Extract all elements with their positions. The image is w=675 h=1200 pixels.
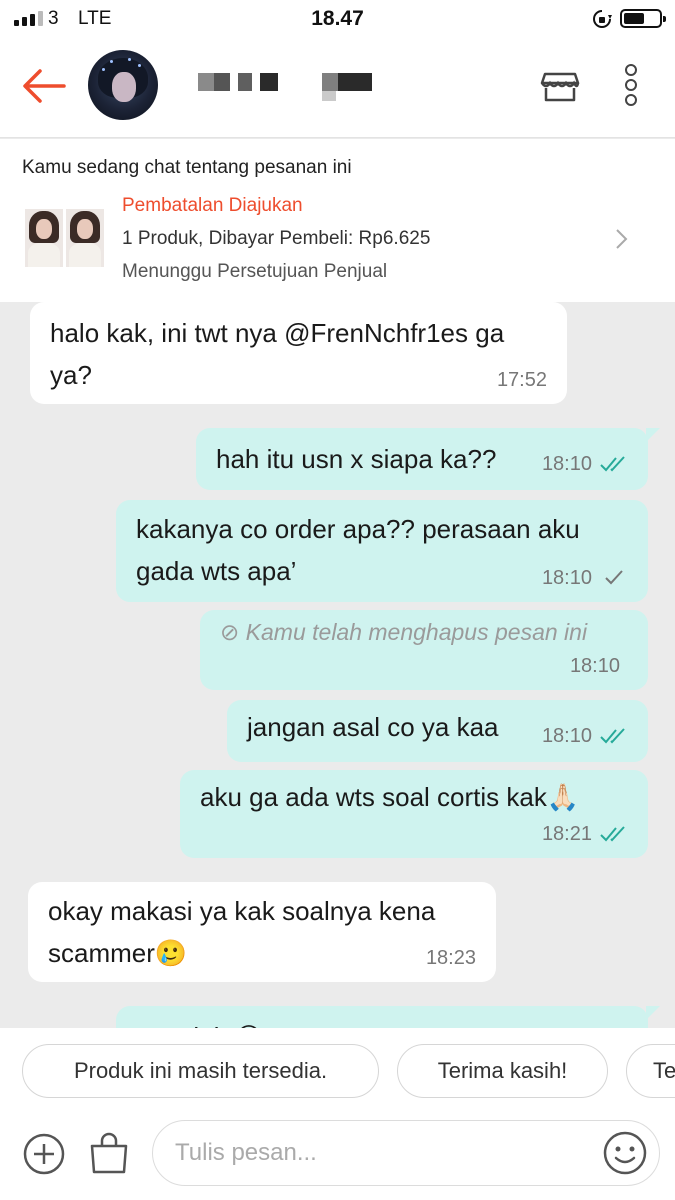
battery-icon — [620, 9, 666, 28]
quick-reply-chip[interactable]: Produk ini masih tersedia. — [22, 1044, 379, 1098]
shopping-bag-icon[interactable] — [88, 1130, 130, 1176]
message-bubble-outgoing[interactable]: jangan asal co ya kaa 18:10 — [227, 700, 648, 762]
message-input[interactable] — [152, 1120, 660, 1186]
quick-reply-chip[interactable]: Te — [626, 1044, 675, 1098]
message-time: 18:10 — [541, 725, 592, 747]
message-bubble-outgoing[interactable]: hah itu usn x siapa ka?? 18:10 — [196, 428, 648, 490]
message-bubble-deleted[interactable]: ⊘ Kamu telah menghapus pesan ini 18:10 — [200, 610, 648, 690]
quick-reply-chip[interactable]: Terima kasih! — [397, 1044, 608, 1098]
product-thumbnail — [25, 209, 63, 267]
message-time: 18:21 — [541, 823, 592, 845]
message-bubble-outgoing[interactable]: kakanya co order apa?? perasaan aku gada… — [116, 500, 648, 602]
read-receipt-icon — [600, 728, 625, 744]
message-time: 18:10 — [541, 567, 592, 589]
message-line: aku ga ada wts soal cortis kak🙏🏻 — [200, 782, 580, 812]
order-card[interactable]: Kamu sedang chat tentang pesanan ini Pem… — [0, 139, 675, 302]
emoji-icon[interactable] — [602, 1130, 648, 1176]
back-arrow-icon[interactable] — [20, 66, 68, 106]
quick-reply-bar: Produk ini masih tersedia. Terima kasih!… — [0, 1028, 675, 1116]
message-time: 18:10 — [569, 655, 620, 677]
orientation-lock-icon — [593, 10, 612, 28]
avatar[interactable] — [88, 50, 158, 120]
shop-icon[interactable] — [540, 66, 580, 106]
message-time: 18:10 — [541, 453, 592, 475]
message-time: 18:23 — [425, 947, 476, 969]
more-options-icon[interactable] — [620, 64, 642, 110]
message-composer — [0, 1116, 675, 1200]
message-bubble-incoming[interactable]: okay makasi ya kak soalnya kena scammer🥲… — [28, 882, 496, 982]
chevron-right-icon[interactable] — [614, 227, 630, 251]
message-line: kakanya co order apa?? perasaan aku — [136, 514, 580, 544]
product-thumbnail — [66, 209, 104, 267]
message-line: halo kak, ini twt nya @FrenNchfr1es ga — [50, 318, 505, 348]
message-line: ya? — [50, 360, 92, 390]
bubble-tail — [646, 1006, 660, 1020]
bubble-tail — [646, 428, 660, 442]
order-note: Menunggu Persetujuan Penjual — [122, 261, 388, 282]
order-detail: 1 Produk, Dibayar Pembeli: Rp6.625 — [122, 228, 431, 249]
message-line: okay makasi ya kak soalnya kena — [48, 896, 436, 926]
message-bubble-incoming[interactable]: halo kak, ini twt nya @FrenNchfr1es ga y… — [30, 302, 567, 404]
message-line: scammer🥲 — [48, 938, 188, 968]
read-receipt-icon — [600, 456, 625, 472]
add-icon[interactable] — [22, 1132, 66, 1176]
order-intro-text: Kamu sedang chat tentang pesanan ini — [22, 157, 352, 178]
message-bubble-outgoing[interactable]: aku ga ada wts soal cortis kak🙏🏻 18:21 — [180, 770, 648, 858]
message-time: 17:52 — [496, 369, 547, 391]
chat-header — [0, 38, 675, 138]
status-time: 18.47 — [311, 7, 364, 30]
sent-check-icon — [605, 570, 623, 585]
status-bar: 3 LTE 18.47 — [0, 0, 675, 38]
read-receipt-icon — [600, 826, 625, 842]
order-status: Pembatalan Diajukan — [122, 195, 303, 216]
deleted-message-text: ⊘ Kamu telah menghapus pesan ini — [220, 619, 588, 645]
